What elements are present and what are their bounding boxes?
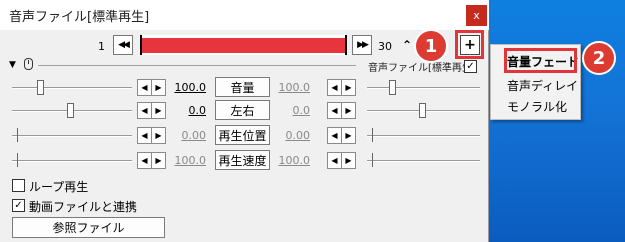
rewind-button[interactable]: ◀◀ <box>113 35 133 55</box>
right-step-down-icon[interactable]: ◀ <box>328 153 342 168</box>
link-video-checkbox[interactable]: ✓ <box>12 199 25 212</box>
left-step-down-icon[interactable]: ◀ <box>138 80 152 95</box>
right-slider-track[interactable] <box>367 87 480 89</box>
right-slider-track[interactable] <box>367 135 480 137</box>
step-badge-2: 2 <box>582 41 616 75</box>
header-divider <box>38 65 356 66</box>
left-stepper[interactable]: ◀ ▶ <box>137 79 166 96</box>
left-step-down-icon[interactable]: ◀ <box>138 153 152 168</box>
param-value[interactable]: 100.0 <box>166 81 207 94</box>
right-stepper[interactable]: ◀ ▶ <box>327 102 356 119</box>
right-step-up-icon[interactable]: ▶ <box>342 153 355 168</box>
step-badge-1: 1 <box>414 29 448 63</box>
forward-button[interactable]: ▶▶ <box>352 35 372 55</box>
param-value-right[interactable]: 0.0 <box>270 104 311 117</box>
menu-item-mono[interactable]: モノラル化 <box>507 98 567 115</box>
right-stepper[interactable]: ◀ ▶ <box>327 79 356 96</box>
right-stepper[interactable]: ◀ ▶ <box>327 127 356 144</box>
right-step-up-icon[interactable]: ▶ <box>342 80 355 95</box>
right-step-up-icon[interactable]: ▶ <box>342 103 355 118</box>
right-slider-thumb[interactable] <box>419 103 426 118</box>
right-step-down-icon[interactable]: ◀ <box>328 80 342 95</box>
right-slider-track[interactable] <box>367 160 480 162</box>
param-button-position[interactable]: 再生位置 <box>215 125 270 145</box>
right-step-up-icon[interactable]: ▶ <box>342 128 355 143</box>
title-bar: 音声ファイル[標準再生] x <box>0 0 489 30</box>
filter-name-label: 音声ファイル[標準再生] <box>368 63 476 74</box>
left-slider-track[interactable] <box>12 87 132 89</box>
right-step-down-icon[interactable]: ◀ <box>328 103 342 118</box>
left-step-up-icon[interactable]: ▶ <box>152 128 165 143</box>
right-slider-thumb[interactable] <box>372 128 373 142</box>
highlight-box-add-filter <box>455 30 484 59</box>
left-slider-thumb[interactable] <box>17 128 18 142</box>
right-slider-thumb[interactable] <box>389 80 396 95</box>
left-step-up-icon[interactable]: ▶ <box>152 103 165 118</box>
scroll-arrow-icon[interactable]: ⌃ <box>402 38 412 52</box>
frame-start-number: 1 <box>98 40 105 53</box>
left-step-up-icon[interactable]: ▶ <box>152 80 165 95</box>
param-button-speed[interactable]: 再生速度 <box>215 150 270 170</box>
right-slider-thumb[interactable] <box>372 153 373 167</box>
loop-label[interactable]: ループ再生 <box>29 178 88 195</box>
left-slider-thumb[interactable] <box>67 103 74 118</box>
close-button[interactable]: x <box>466 5 487 26</box>
left-step-down-icon[interactable]: ◀ <box>138 103 152 118</box>
left-stepper[interactable]: ◀ ▶ <box>137 102 166 119</box>
reference-file-button[interactable]: 参照ファイル <box>12 217 165 238</box>
frame-timeline[interactable] <box>140 35 347 55</box>
window-title: 音声ファイル[標準再生] <box>9 10 150 25</box>
frame-end-number: 30 <box>378 40 392 53</box>
left-step-down-icon[interactable]: ◀ <box>138 128 152 143</box>
param-button-volume[interactable]: 音量 <box>215 77 270 97</box>
highlight-box-menu-item <box>504 48 577 73</box>
left-stepper[interactable]: ◀ ▶ <box>137 127 166 144</box>
param-value[interactable]: 100.0 <box>166 154 207 167</box>
link-video-label[interactable]: 動画ファイルと連携 <box>29 198 137 215</box>
collapse-arrow-icon[interactable]: ▼ <box>9 60 16 70</box>
left-stepper[interactable]: ◀ ▶ <box>137 152 166 169</box>
param-value-right[interactable]: 100.0 <box>270 154 311 167</box>
param-value-right[interactable]: 0.00 <box>270 129 311 142</box>
mouse-icon <box>24 58 33 70</box>
left-slider-track[interactable] <box>12 160 132 162</box>
loop-checkbox[interactable] <box>12 179 25 192</box>
param-button-pan[interactable]: 左右 <box>215 100 270 120</box>
param-value[interactable]: 0.00 <box>166 129 207 142</box>
param-value-right[interactable]: 100.0 <box>270 81 311 94</box>
left-step-up-icon[interactable]: ▶ <box>152 153 165 168</box>
right-stepper[interactable]: ◀ ▶ <box>327 152 356 169</box>
param-value[interactable]: 0.0 <box>166 104 207 117</box>
desktop-background <box>480 0 625 242</box>
left-slider-thumb[interactable] <box>17 153 18 167</box>
left-slider-thumb[interactable] <box>37 80 44 95</box>
filter-enable-checkbox[interactable]: ✓ <box>464 60 477 73</box>
left-slider-track[interactable] <box>12 135 132 137</box>
menu-item-audio-delay[interactable]: 音声ディレイ <box>507 77 578 94</box>
right-step-down-icon[interactable]: ◀ <box>328 128 342 143</box>
